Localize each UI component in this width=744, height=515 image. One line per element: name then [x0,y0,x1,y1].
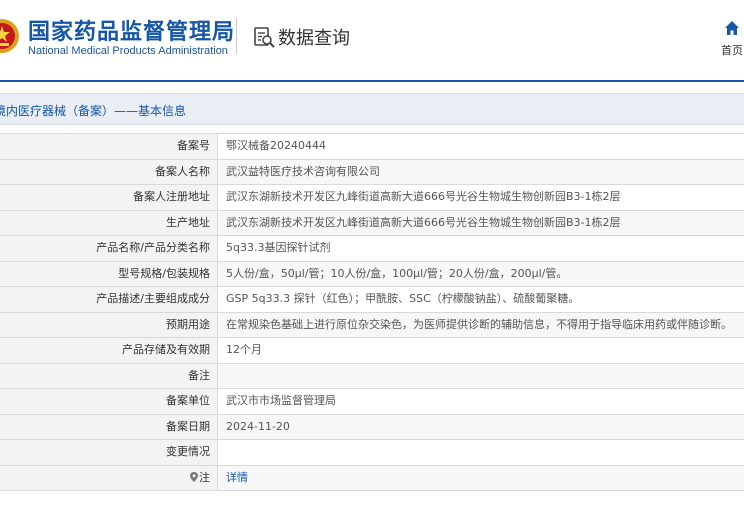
row-value: 12个月 [226,343,262,356]
home-link[interactable]: 首页 [714,20,744,60]
row-label: 备案人名称 [0,159,218,184]
table-row: 产品存储及有效期 12个月 [0,338,744,364]
table-row: 备案单位 武汉市市场监督管理局 [0,389,744,415]
row-value [218,364,744,389]
note-label: 注 [199,470,210,484]
note-value-cell: 详情 [218,466,744,491]
table-row: 备案人注册地址 武汉东湖新技术开发区九峰街道高新大道666号光谷生物城生物创新园… [0,185,744,211]
header-divider [236,18,237,54]
row-value: 5人份/盒，50μl/管；10人份/盒，100μl/管；20人份/盒，200μl… [226,266,568,280]
row-value: 武汉益特医疗技术咨询有限公司 [226,164,380,178]
location-pin-icon [190,471,198,482]
row-value: GSP 5q33.3 探针（红色）；甲酰胺、SSC（柠檬酸钠盐）、硫酸葡聚糖。 [226,292,580,305]
site-header: 国家药品监督管理局 National Medical Products Admi… [0,0,744,80]
table-row: 备注 [0,363,744,389]
row-label: 备案日期 [0,414,218,439]
info-table: 备案号 鄂汉械备20240444 备案人名称 武汉益特医疗技术咨询有限公司 备案… [0,133,744,491]
data-query-label: 数据查询 [278,28,350,49]
row-label: 备案单位 [0,389,218,414]
section-title: 境内医疗器械（备案）——基本信息 [0,104,187,118]
note-row: 注 详情 [0,465,744,491]
row-value: 武汉东湖新技术开发区九峰街道高新大道666号光谷生物城生物创新园B3-1栋2层 [226,190,621,203]
row-label: 型号规格/包装规格 [0,261,218,286]
brand-title-en[interactable]: National Medical Products Administration [28,45,228,57]
table-row: 备案人名称 武汉益特医疗技术咨询有限公司 [0,159,744,185]
row-value: 武汉市市场监督管理局 [226,394,336,407]
row-value: 鄂汉械备20240444 [226,139,326,152]
national-emblem-icon[interactable] [0,18,20,54]
row-value: 5q33.3基因探针试剂 [226,241,331,254]
row-label: 备案人注册地址 [0,185,218,210]
table-row: 生产地址 武汉东湖新技术开发区九峰街道高新大道666号光谷生物城生物创新园B3-… [0,210,744,236]
row-label: 预期用途 [0,312,218,337]
search-document-icon [254,27,275,48]
table-row: 变更情况 [0,440,744,466]
row-label: 生产地址 [0,210,218,235]
table-row: 产品描述/主要组成成分 GSP 5q33.3 探针（红色）；甲酰胺、SSC（柠檬… [0,287,744,313]
row-value: 在常规染色基础上进行原位杂交染色，为医师提供诊断的辅助信息，不得用于指导临床用药… [226,317,732,331]
table-row: 预期用途 在常规染色基础上进行原位杂交染色，为医师提供诊断的辅助信息，不得用于指… [0,312,744,338]
home-label: 首页 [721,44,743,57]
home-icon [725,21,739,35]
data-query-link[interactable]: 数据查询 [252,24,350,50]
row-label: 产品存储及有效期 [0,338,218,363]
row-value [218,440,744,465]
row-label: 产品名称/产品分类名称 [0,236,218,261]
table-row: 型号规格/包装规格 5人份/盒，50μl/管；10人份/盒，100μl/管；20… [0,261,744,287]
note-label-cell: 注 [0,465,218,490]
details-link[interactable]: 详情 [226,471,248,484]
row-value: 武汉东湖新技术开发区九峰街道高新大道666号光谷生物城生物创新园B3-1栋2层 [226,215,621,229]
row-label: 产品描述/主要组成成分 [0,287,218,312]
row-label: 备注 [0,363,218,388]
row-label: 备案号 [0,134,218,159]
table-row: 产品名称/产品分类名称 5q33.3基因探针试剂 [0,236,744,262]
section-title-bar: 境内医疗器械（备案）——基本信息 [0,93,744,125]
page: 国家药品监督管理局 National Medical Products Admi… [0,0,744,515]
row-value: 2024-11-20 [226,419,290,433]
header-underline [0,80,744,82]
row-label: 变更情况 [0,440,218,465]
table-row: 备案号 鄂汉械备20240444 [0,134,744,160]
brand-title-cn[interactable]: 国家药品监督管理局 [28,14,235,46]
table-row: 备案日期 2024-11-20 [0,414,744,440]
